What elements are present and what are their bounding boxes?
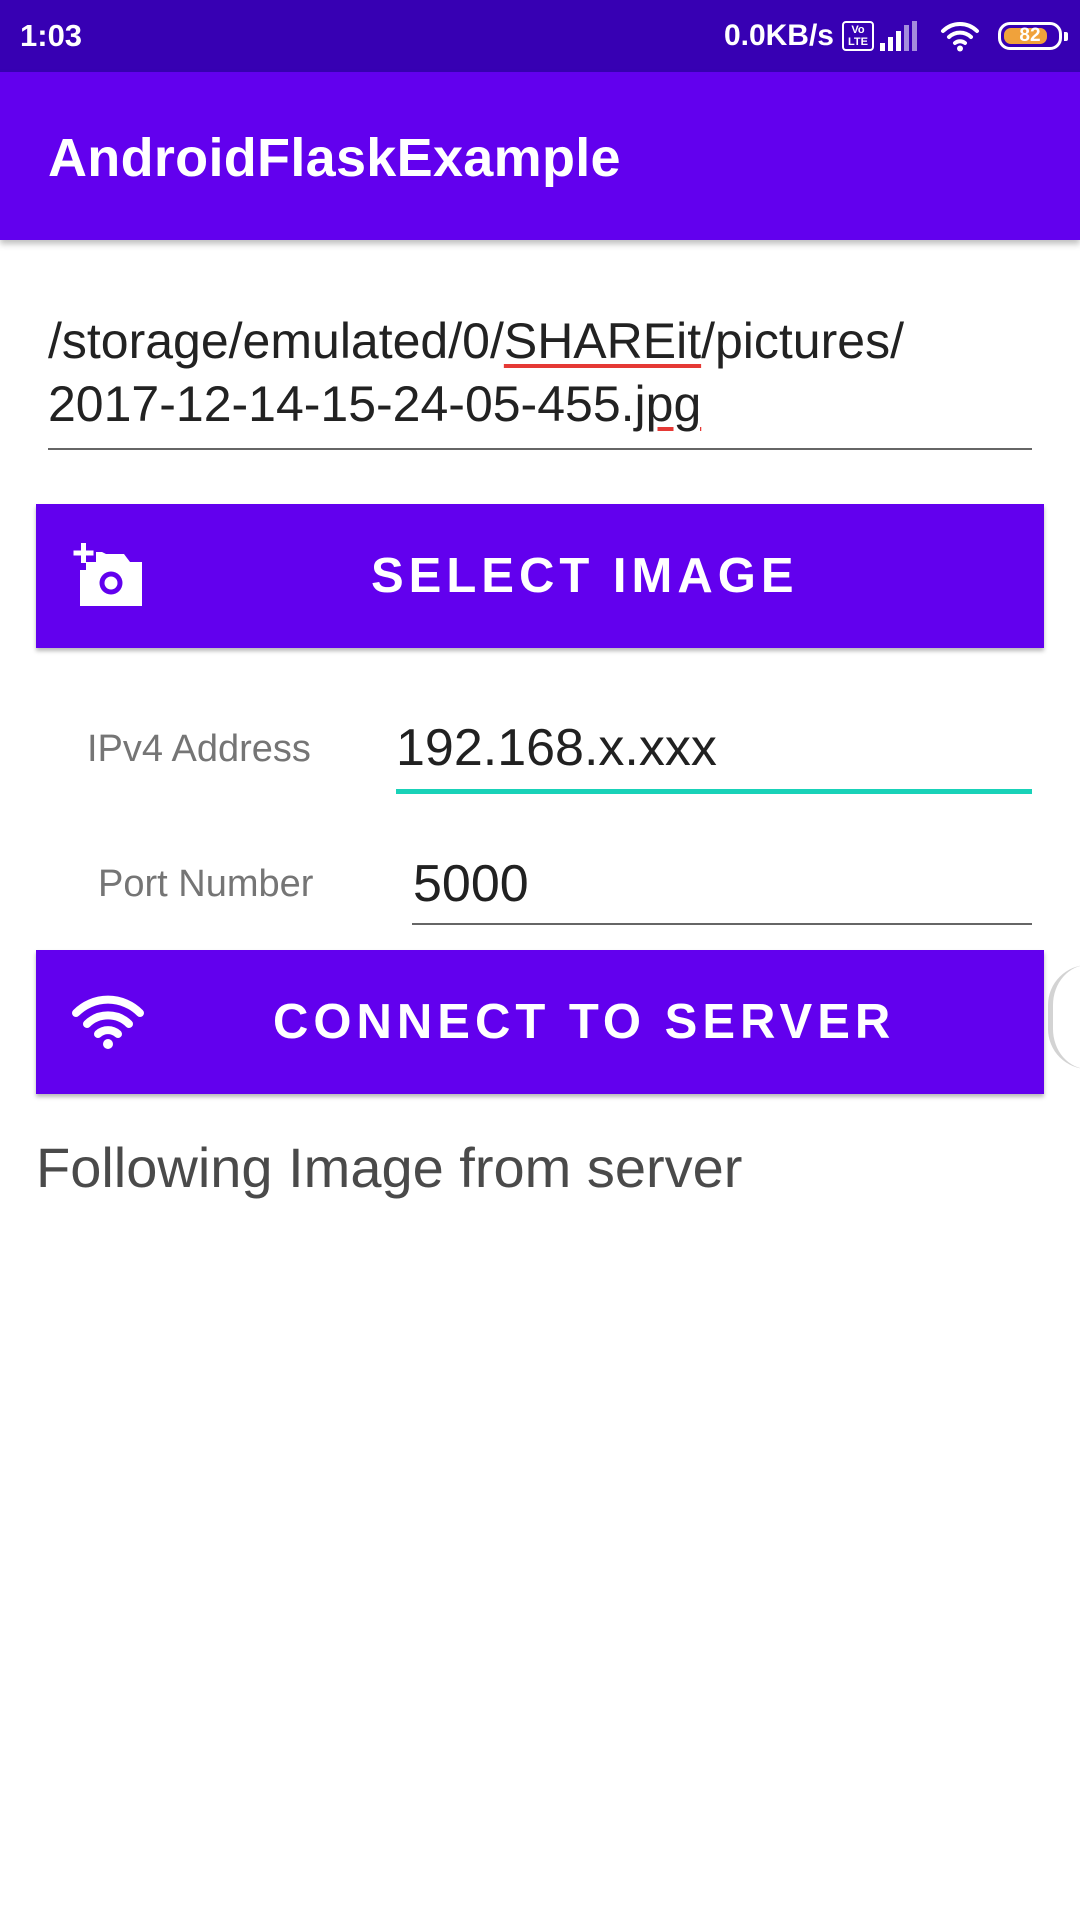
- battery-icon: 82: [998, 22, 1068, 50]
- path-segment-misspelled: jpg: [634, 376, 702, 432]
- path-segment: /storage/emulated/0/: [48, 313, 504, 369]
- volte-top-text: Vo: [851, 24, 865, 36]
- path-segment: 2017-12-14-15-24-05-455.: [48, 376, 635, 432]
- path-segment: /pictures/: [701, 313, 904, 369]
- select-image-button[interactable]: SELECT IMAGE: [36, 504, 1044, 648]
- status-time: 1:03: [20, 18, 83, 53]
- path-segment-misspelled: SHAREit: [503, 313, 702, 369]
- port-underline: [412, 923, 1032, 925]
- battery-nub: [1064, 32, 1068, 41]
- volte-bottom-text: LTE: [848, 36, 868, 48]
- select-image-label: SELECT IMAGE: [371, 549, 799, 603]
- connect-to-server-label: CONNECT TO SERVER: [273, 995, 896, 1049]
- status-indicators: 0.0KB/s Vo LTE 82: [723, 17, 1068, 55]
- add-a-photo-icon: [73, 543, 142, 606]
- response-text: Following Image from server: [36, 1136, 743, 1199]
- app-bar: AndroidFlaskExample: [0, 72, 1080, 240]
- ipv4-input[interactable]: 192.168.x.xxx: [396, 717, 717, 779]
- app-screen: 1:03 0.0KB/s Vo LTE 82 AndroidFlaskExamp…: [0, 0, 1080, 1920]
- cell-signal-icon: [880, 21, 917, 51]
- wifi-icon: [72, 995, 144, 1049]
- network-speed: 0.0KB/s: [723, 19, 834, 52]
- app-title: AndroidFlaskExample: [48, 128, 621, 188]
- wifi-status-icon: [941, 21, 979, 52]
- image-path-field[interactable]: /storage/emulated/0/SHAREit/pictures/ 20…: [48, 310, 1032, 436]
- edge-gesture-handle[interactable]: [1048, 965, 1080, 1069]
- connect-to-server-button[interactable]: CONNECT TO SERVER: [36, 950, 1044, 1094]
- ipv4-label: IPv4 Address: [87, 728, 311, 770]
- ipv4-underline: [396, 789, 1032, 794]
- port-label: Port Number: [98, 863, 314, 905]
- image-path-line-2: 2017-12-14-15-24-05-455.jpg: [48, 373, 1032, 436]
- status-bar: 1:03 0.0KB/s Vo LTE 82: [0, 0, 1080, 72]
- volte-icon: Vo LTE: [842, 21, 874, 51]
- image-path-line-1: /storage/emulated/0/SHAREit/pictures/: [48, 310, 1032, 373]
- battery-level: 82: [1019, 25, 1041, 46]
- port-input[interactable]: 5000: [413, 853, 529, 915]
- image-path-underline: [48, 448, 1032, 450]
